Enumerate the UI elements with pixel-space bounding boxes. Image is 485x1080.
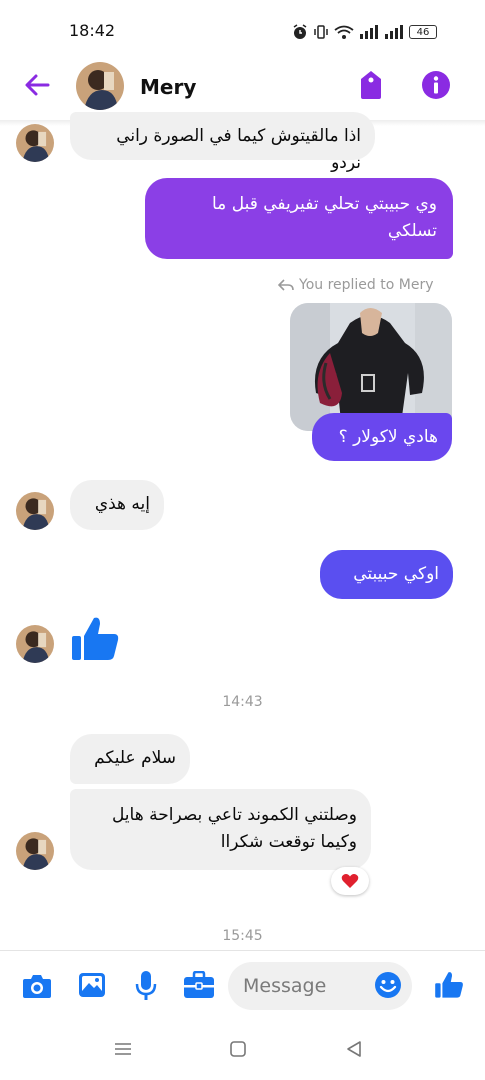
message-text-line1: وصلتني الكموند تاعي بصراحة هايل <box>111 805 357 825</box>
alarm-icon <box>293 24 307 39</box>
shared-photo[interactable] <box>290 303 452 431</box>
message-bubble-outgoing[interactable]: هادي لاكولار ؟ <box>312 413 452 461</box>
wifi-icon <box>334 25 354 39</box>
back-nav-icon[interactable] <box>345 1040 363 1058</box>
message-bubble-incoming[interactable]: اذا مالقيتوش كيما في الصورة راني نردو <box>70 112 375 173</box>
contact-avatar-small[interactable] <box>16 492 54 530</box>
contact-name[interactable]: Mery <box>140 75 196 99</box>
timestamp: 14:43 <box>222 694 263 710</box>
image-icon[interactable] <box>78 971 106 999</box>
reaction-badge[interactable] <box>331 867 369 895</box>
reply-indicator: You replied to Mery <box>278 277 434 293</box>
emoji-icon[interactable] <box>374 971 402 999</box>
message-text-line1: وي حبيبتي تحلي تفيريفي قبل ما <box>212 194 437 214</box>
message-bubble-incoming[interactable]: وصلتني الكموند تاعي بصراحة هايل وكيما تو… <box>70 789 371 870</box>
reply-arrow-icon <box>278 279 294 291</box>
message-bubble-outgoing[interactable]: اوكي حبيبتي <box>320 550 453 599</box>
message-placeholder: Message <box>243 975 327 997</box>
message-text: هادي لاكولار ؟ <box>338 427 438 447</box>
home-icon[interactable] <box>229 1040 247 1058</box>
back-arrow-icon[interactable] <box>22 70 52 100</box>
status-icons: 46 <box>292 23 437 41</box>
message-text: إيه هذي <box>94 494 150 514</box>
message-text: اوكي حبيبتي <box>353 564 439 584</box>
contact-avatar[interactable] <box>76 62 124 110</box>
contact-avatar-small[interactable] <box>16 832 54 870</box>
message-text-line2: وكيما توقعت شكراا <box>220 832 357 852</box>
message-text-line2: تسلكي <box>387 221 437 241</box>
contact-avatar-small[interactable] <box>16 124 54 162</box>
microphone-icon[interactable] <box>135 970 157 1002</box>
contact-avatar-small[interactable] <box>16 625 54 663</box>
tag-icon[interactable] <box>357 69 385 101</box>
briefcase-icon[interactable] <box>183 971 215 999</box>
heart-icon <box>341 874 359 888</box>
message-bubble-incoming[interactable]: سلام عليكم <box>70 734 190 784</box>
recent-apps-icon[interactable] <box>114 1040 132 1058</box>
like-sticker-icon[interactable] <box>70 614 120 664</box>
message-text: اذا مالقيتوش كيما في الصورة راني نردو <box>116 126 361 173</box>
like-icon[interactable] <box>434 970 464 1000</box>
message-bubble-outgoing[interactable]: وي حبيبتي تحلي تفيريفي قبل ما تسلكي <box>145 178 453 259</box>
vibrate-icon <box>314 25 328 39</box>
info-icon[interactable] <box>421 70 451 100</box>
signal-icon-2 <box>385 25 403 39</box>
battery-indicator: 46 <box>409 25 437 39</box>
camera-icon[interactable] <box>22 972 52 1000</box>
message-text: سلام عليكم <box>94 748 176 768</box>
timestamp: 15:45 <box>222 928 263 944</box>
signal-icon <box>360 25 378 39</box>
chat-header <box>0 54 485 120</box>
message-bubble-incoming[interactable]: إيه هذي <box>70 480 164 530</box>
composer-divider <box>0 950 485 951</box>
status-time: 18:42 <box>69 21 116 40</box>
reply-label: You replied to Mery <box>299 277 434 293</box>
